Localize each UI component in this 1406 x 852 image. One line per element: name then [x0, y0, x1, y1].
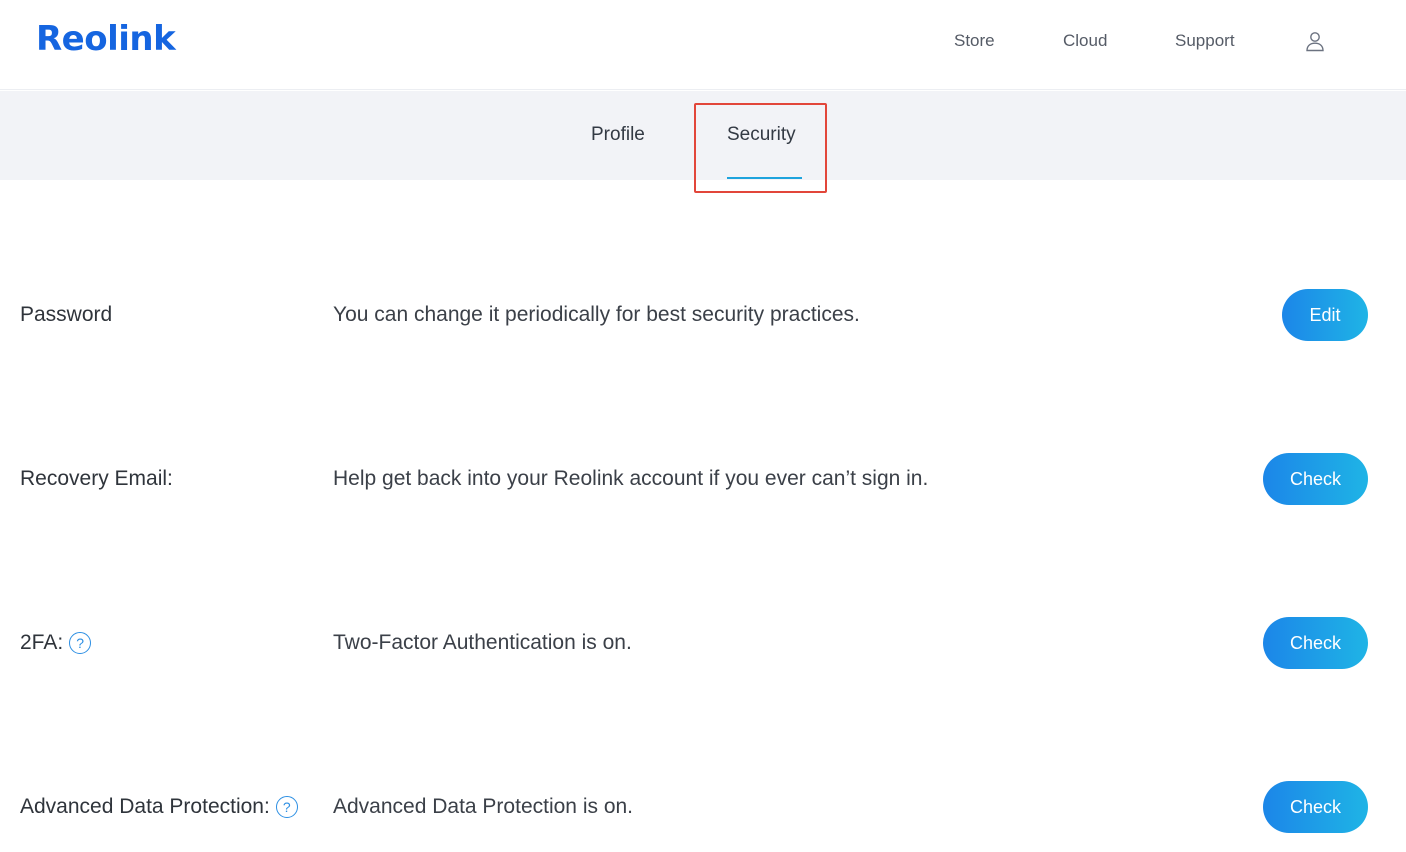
- advanced-data-protection-row: Advanced Data Protection: ? Advanced Dat…: [0, 778, 1406, 838]
- account-tab-bar: Profile Security: [0, 91, 1406, 180]
- tab-security[interactable]: Security: [727, 124, 796, 146]
- advanced-data-protection-check-button[interactable]: Check: [1263, 781, 1368, 833]
- user-icon[interactable]: [1304, 30, 1326, 52]
- nav-cloud-link[interactable]: Cloud: [1063, 31, 1107, 51]
- two-factor-label-text: 2FA:: [20, 631, 64, 654]
- recovery-email-label-text: Recovery Email:: [20, 467, 173, 490]
- recovery-email-label: Recovery Email:: [20, 467, 173, 491]
- two-factor-check-button[interactable]: Check: [1263, 617, 1368, 669]
- nav-support-link[interactable]: Support: [1175, 31, 1235, 51]
- recovery-email-row: Recovery Email: Help get back into your …: [0, 450, 1406, 510]
- tab-profile[interactable]: Profile: [591, 124, 645, 146]
- advanced-data-protection-description: Advanced Data Protection is on.: [333, 795, 634, 818]
- two-factor-description: Two-Factor Authentication is on.: [333, 631, 632, 654]
- nav-store-link[interactable]: Store: [954, 31, 995, 51]
- two-factor-help-icon[interactable]: ?: [69, 632, 92, 654]
- password-label: Password: [20, 303, 112, 327]
- two-factor-row: 2FA: ? Two-Factor Authentication is on. …: [0, 614, 1406, 674]
- active-tab-underline: [727, 177, 802, 179]
- two-factor-label: 2FA: ?: [20, 631, 92, 655]
- advanced-data-protection-label: Advanced Data Protection: ?: [20, 795, 298, 819]
- advanced-data-protection-label-text: Advanced Data Protection:: [20, 795, 270, 818]
- password-description: You can change it periodically for best …: [333, 303, 860, 326]
- top-header: Reolink Store Cloud Support: [0, 0, 1406, 90]
- reolink-logo[interactable]: Reolink: [36, 19, 176, 59]
- password-edit-button[interactable]: Edit: [1282, 289, 1368, 341]
- advanced-data-protection-help-icon[interactable]: ?: [275, 796, 298, 818]
- password-row: Password You can change it periodically …: [0, 286, 1406, 346]
- recovery-email-check-button[interactable]: Check: [1263, 453, 1368, 505]
- password-label-text: Password: [20, 303, 113, 326]
- recovery-email-description: Help get back into your Reolink account …: [333, 467, 929, 490]
